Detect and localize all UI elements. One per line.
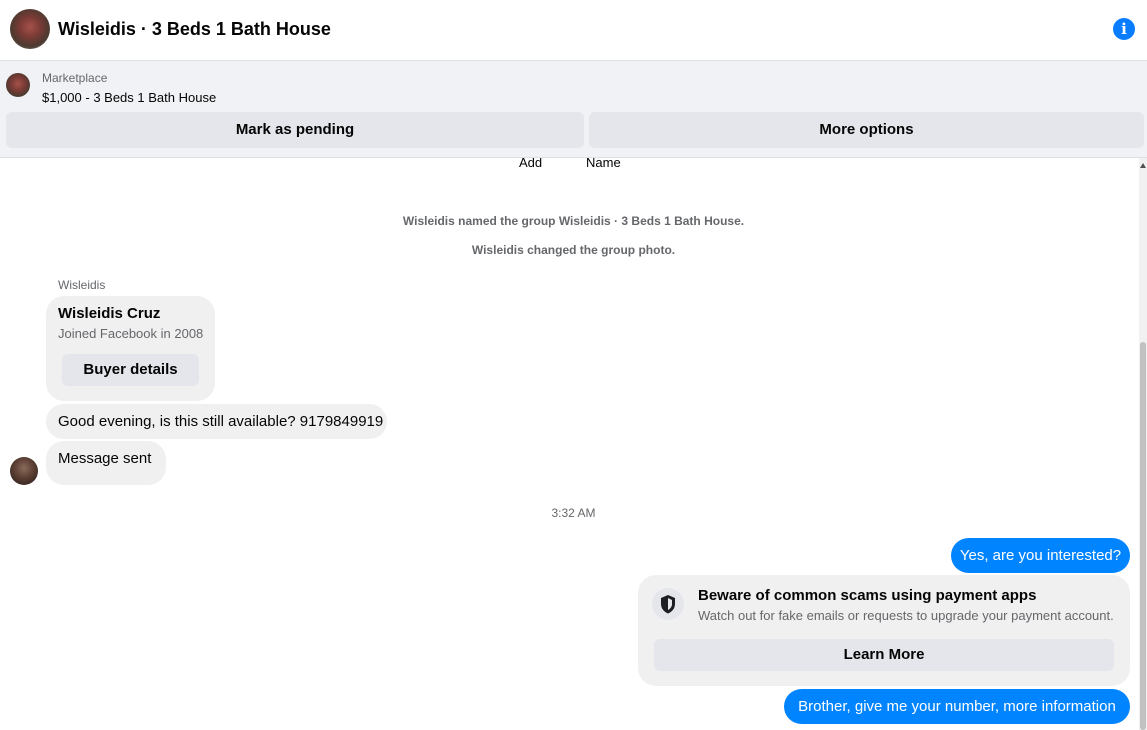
mark-as-pending-button[interactable]: Mark as pending	[6, 112, 584, 148]
system-message: Wisleidis changed the group photo.	[471, 243, 676, 257]
scam-warning-card: Beware of common scams using payment app…	[638, 575, 1130, 686]
scroll-up-arrow-icon[interactable]	[1140, 163, 1146, 168]
scam-warning-title: Beware of common scams using payment app…	[698, 587, 1037, 604]
shield-icon	[652, 588, 684, 620]
conversation-header: Wisleidis · 3 Beds 1 Bath House i	[0, 0, 1147, 61]
message-timestamp: 3:32 AM	[551, 506, 596, 520]
add-people-label[interactable]: Add	[519, 158, 542, 170]
marketplace-label: Marketplace	[42, 71, 108, 85]
listing-title[interactable]: $1,000 - 3 Beds 1 Bath House	[42, 90, 216, 105]
buyer-joined: Joined Facebook in 2008	[58, 326, 204, 341]
outgoing-message[interactable]: Brother, give me your number, more infor…	[784, 689, 1130, 724]
info-icon[interactable]: i	[1113, 18, 1135, 40]
sender-name: Wisleidis	[58, 278, 106, 292]
learn-more-button[interactable]: Learn More	[654, 639, 1114, 671]
buyer-name: Wisleidis Cruz	[58, 305, 161, 322]
system-message: Wisleidis named the group Wisleidis · 3 …	[402, 214, 745, 228]
listing-thumbnail[interactable]	[6, 73, 30, 97]
message-thread: Add Name Wisleidis named the group Wisle…	[0, 158, 1147, 730]
name-group-label[interactable]: Name	[586, 158, 621, 170]
group-avatar[interactable]	[10, 9, 50, 49]
marketplace-listing-bar: Marketplace $1,000 - 3 Beds 1 Bath House…	[0, 61, 1147, 158]
incoming-message[interactable]: Good evening, is this still available? 9…	[46, 404, 387, 439]
buyer-card: Wisleidis Cruz Joined Facebook in 2008 B…	[46, 296, 215, 401]
conversation-title[interactable]: Wisleidis · 3 Beds 1 Bath House	[58, 19, 331, 40]
more-options-button[interactable]: More options	[589, 112, 1144, 148]
outgoing-message[interactable]: Yes, are you interested?	[951, 538, 1130, 573]
incoming-message[interactable]: Message sent	[46, 441, 166, 485]
scrollbar-thumb[interactable]	[1140, 342, 1146, 730]
buyer-details-button[interactable]: Buyer details	[62, 354, 199, 386]
sender-avatar[interactable]	[10, 457, 38, 485]
scam-warning-body: Watch out for fake emails or requests to…	[698, 608, 1114, 623]
